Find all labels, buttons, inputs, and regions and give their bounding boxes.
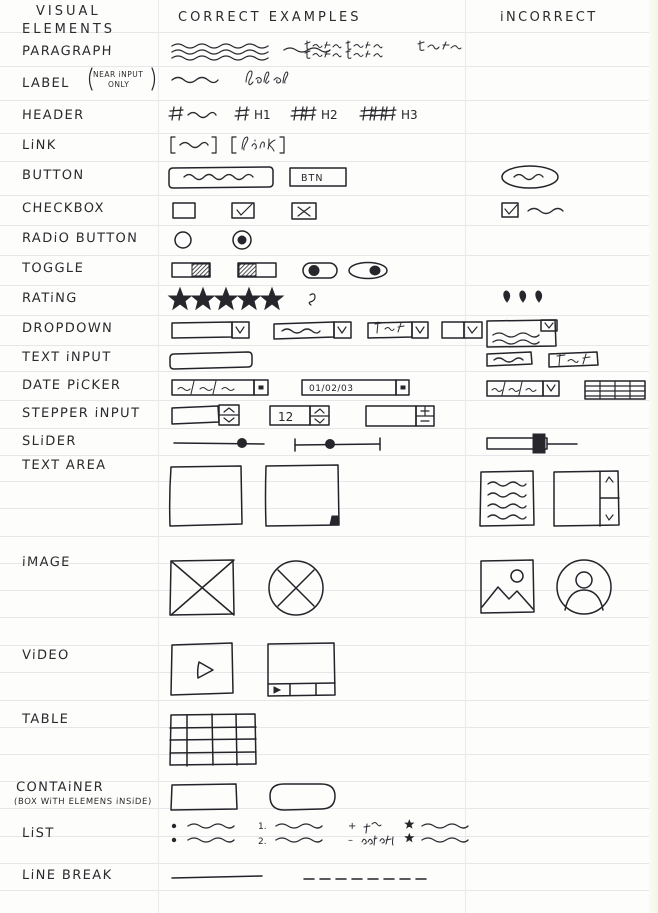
sketch-sheet: VISUAL ELEMENTS CORRECT EXAMPLES iNCORRE… (0, 0, 658, 913)
row-label-link: LiNK (21, 138, 57, 153)
slider-correct-sketch (170, 430, 430, 456)
row-label-container: CONTAiNER (15, 780, 105, 795)
button-incorrect-sketch (500, 164, 570, 192)
paper-rule (0, 225, 658, 226)
text-area-correct-sketch (168, 464, 398, 536)
radio-correct-sketch (170, 228, 310, 254)
column-divider-incorrect (465, 0, 466, 913)
row-label-paragraph: PARAGRAPH (21, 44, 114, 59)
button-correct-sketch: BTN (170, 164, 370, 192)
checkbox-incorrect-sketch (500, 198, 610, 224)
date-picker-incorrect-sketch (485, 376, 645, 402)
paper-rule (0, 727, 658, 728)
text-input-correct-sketch (170, 348, 280, 372)
stepper-value: 12 (278, 410, 293, 424)
list-correct-sketch: 1. 2. + – (170, 818, 470, 847)
row-label-stepper-input: STEPPER iNPUT (21, 406, 141, 421)
paper-rule (0, 863, 658, 864)
label-paren-marks (86, 66, 156, 94)
row-label-radio-button: RADiO BUTTON (21, 231, 139, 246)
dropdown-incorrect-sketch (485, 318, 585, 350)
row-label-video: ViDEO (21, 648, 70, 663)
line-break-correct-sketch (170, 866, 470, 890)
container-correct-sketch (168, 782, 398, 818)
button-btn-text: BTN (301, 173, 323, 184)
paper-rule (0, 536, 658, 537)
column-header-correct: CORRECT EXAMPLES (178, 10, 362, 25)
row-label-image: iMAGE (21, 555, 72, 570)
rating-incorrect-sketch (500, 288, 570, 312)
header-h1-text: H1 (254, 108, 271, 122)
video-correct-sketch (168, 640, 398, 702)
paper-rule (0, 161, 658, 162)
list-number-2: 2. (258, 837, 267, 847)
header-h2-text: H2 (321, 108, 338, 122)
date-picker-value: 01/02/03 (309, 384, 353, 394)
stepper-correct-sketch: 12 (170, 402, 460, 430)
sheet-title-line-1: VISUAL (36, 4, 101, 19)
row-label-text-input: TEXT iNPUT (21, 350, 112, 365)
paper-rule (0, 315, 658, 316)
row-label-table: TABLE (21, 712, 70, 727)
slider-incorrect-sketch (485, 432, 595, 458)
text-input-incorrect-sketch (485, 348, 635, 374)
paragraph-correct-sketch (170, 40, 460, 66)
row-label-date-picker: DATE PiCKER (21, 378, 122, 393)
table-correct-sketch (168, 712, 288, 770)
list-plus-marker: + (348, 821, 356, 832)
row-label-checkbox: CHECKBOX (21, 201, 106, 216)
column-divider-labels (158, 0, 159, 913)
row-label-list: LiST (21, 826, 55, 841)
header-h3-text: H3 (401, 108, 418, 122)
row-label-container-note: (BOX WiTH ELEMENS iNSiDE) (13, 797, 153, 807)
row-label-text-area: TEXT AREA (21, 458, 107, 473)
label-correct-sketch (170, 70, 330, 92)
date-picker-correct-sketch: 01/02/03 (170, 376, 460, 400)
image-incorrect-sketch (478, 558, 643, 624)
toggle-correct-sketch (170, 258, 400, 284)
text-area-incorrect-sketch (478, 470, 643, 536)
rating-correct-sketch (170, 286, 330, 314)
paper-rule (0, 255, 658, 256)
paper-rule (0, 195, 658, 196)
header-correct-sketch: H1 H2 H3 (170, 104, 418, 122)
list-number-1: 1. (258, 822, 267, 832)
link-correct-sketch (170, 134, 350, 160)
list-minus-marker: – (348, 835, 353, 846)
row-label-slider: SLiDER (21, 434, 78, 449)
row-label-button: BUTTON (21, 168, 85, 183)
row-label-line-break: LiNE BREAK (21, 868, 113, 883)
checkbox-correct-sketch (170, 198, 370, 224)
row-label-rating: RATiNG (21, 291, 79, 306)
paper-rule (0, 890, 658, 891)
image-correct-sketch (168, 558, 398, 624)
row-label-header: HEADER (21, 108, 85, 123)
row-label-toggle: TOGGLE (21, 261, 85, 276)
dropdown-correct-sketch (170, 318, 460, 344)
paper-rule (0, 754, 658, 755)
row-label-dropdown: DROPDOWN (21, 321, 114, 336)
sheet-title-line-2: ELEMENTS (22, 22, 116, 37)
column-header-incorrect: iNCORRECT (500, 10, 598, 25)
paper-rule (0, 100, 658, 101)
paper-edge (649, 0, 658, 913)
row-label-label: LABEL (21, 76, 71, 91)
